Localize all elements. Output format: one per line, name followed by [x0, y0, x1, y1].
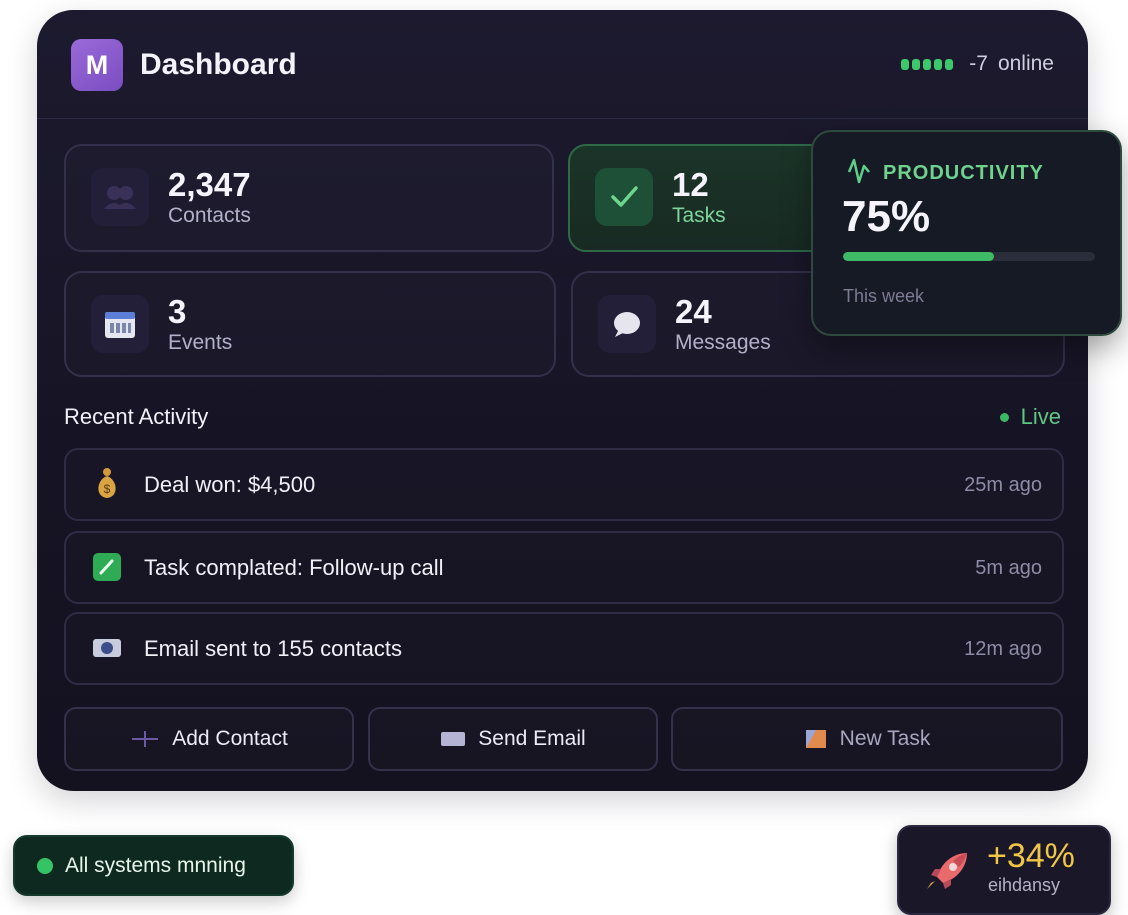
- status-dot-icon: [37, 857, 53, 874]
- add-contact-button[interactable]: Add Contact: [64, 707, 354, 771]
- activity-text: Email sent to 155 contacts: [144, 636, 403, 661]
- stat-value: 24: [675, 293, 712, 330]
- productivity-title: PRODUCTIVITY: [883, 162, 1044, 184]
- rocket-icon: [927, 853, 967, 889]
- activity-text: Deal won: $4,500: [144, 472, 316, 497]
- stat-value: 12: [672, 166, 709, 203]
- online-status: -7 online: [901, 52, 1054, 76]
- activity-text: Task complated: Follow-up call: [144, 555, 444, 580]
- check-icon: [595, 168, 653, 226]
- stat-value: 2,347: [168, 166, 251, 203]
- productivity-progress-bar: [843, 252, 1095, 261]
- online-count: -7: [969, 52, 988, 75]
- recent-activity-title: Recent Activity: [64, 404, 209, 429]
- send-email-button[interactable]: Send Email: [368, 707, 658, 771]
- envelope-icon: [441, 732, 466, 746]
- stat-label: Messages: [675, 331, 771, 354]
- growth-label: eihdansy: [988, 875, 1061, 895]
- activity-icon: [847, 158, 870, 184]
- stat-card-tasks[interactable]: 12 Tasks: [568, 144, 842, 252]
- stat-label: Tasks: [672, 204, 726, 227]
- activity-row[interactable]: Task complated: Follow-up call 5m ago: [64, 531, 1064, 604]
- money-bag-icon: $: [92, 468, 122, 499]
- system-status-label: All systems mnning: [65, 853, 246, 877]
- stat-label: Contacts: [168, 204, 251, 227]
- productivity-subtitle: This week: [843, 286, 925, 306]
- stat-value: 3: [168, 293, 187, 330]
- button-label: Add Contact: [172, 727, 288, 750]
- stat-card-events[interactable]: 3 Events: [64, 271, 556, 377]
- task-icon: [805, 730, 826, 748]
- calendar-icon: [91, 295, 149, 353]
- app-logo[interactable]: M: [71, 39, 123, 91]
- growth-badge: +34% eihdansy: [897, 825, 1111, 915]
- live-dot-icon: [999, 412, 1009, 422]
- productivity-card[interactable]: PRODUCTIVITY 75% This week: [811, 130, 1122, 336]
- dashboard-header: M Dashboard -7 online: [37, 10, 1088, 119]
- activity-time: 25m ago: [964, 474, 1042, 496]
- stat-card-contacts[interactable]: 2,347 Contacts: [64, 144, 554, 252]
- contacts-icon: [91, 168, 149, 226]
- page-title: Dashboard: [140, 48, 297, 81]
- activity-time: 12m ago: [964, 638, 1042, 660]
- productivity-progress-fill: [843, 252, 995, 261]
- dashboard-panel: M Dashboard -7 online 2,347 Contacts 12 …: [37, 10, 1088, 791]
- new-task-button[interactable]: New Task: [671, 707, 1063, 771]
- system-status-badge: All systems mnning: [13, 835, 294, 896]
- plus-icon: [132, 731, 159, 747]
- svg-text:$: $: [104, 482, 111, 496]
- growth-value: +34%: [987, 837, 1075, 875]
- live-indicator: Live: [999, 404, 1061, 430]
- online-label: online: [997, 52, 1054, 75]
- stat-label: Events: [168, 331, 233, 354]
- live-label: Live: [1020, 404, 1061, 429]
- chat-bubble-icon: [598, 295, 656, 353]
- task-check-icon: [92, 552, 122, 582]
- button-label: Send Email: [478, 727, 586, 750]
- activity-row[interactable]: $ Deal won: $4,500 25m ago: [64, 448, 1064, 521]
- productivity-value: 75%: [842, 192, 931, 241]
- email-icon: [92, 633, 122, 663]
- activity-row[interactable]: Email sent to 155 contacts 12m ago: [64, 612, 1064, 685]
- online-dots-icon: [901, 58, 954, 70]
- button-label: New Task: [839, 727, 931, 750]
- activity-time: 5m ago: [975, 557, 1042, 579]
